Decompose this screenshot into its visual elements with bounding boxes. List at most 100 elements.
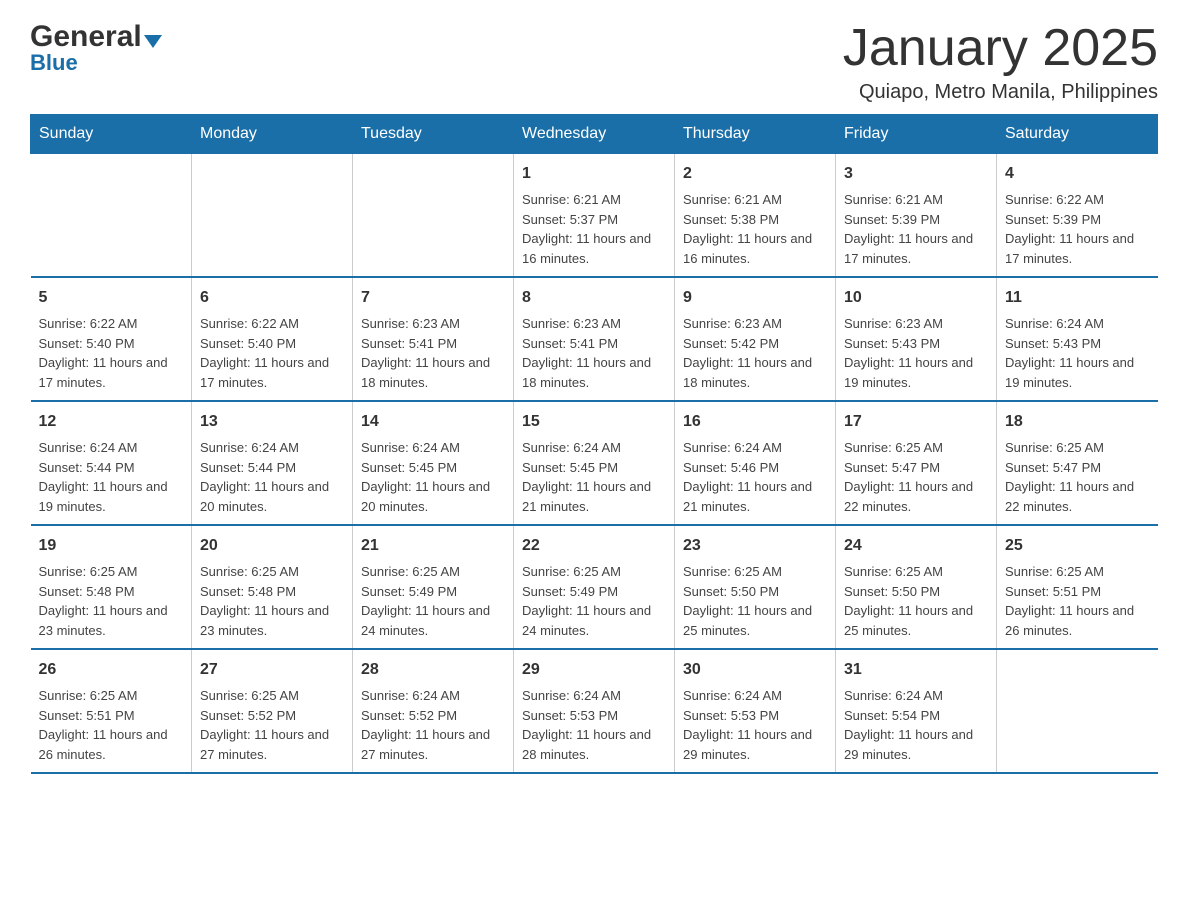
day-info: Sunrise: 6:23 AM Sunset: 5:41 PM Dayligh…	[522, 314, 666, 392]
day-info: Sunrise: 6:25 AM Sunset: 5:47 PM Dayligh…	[1005, 438, 1150, 516]
calendar-cell: 24Sunrise: 6:25 AM Sunset: 5:50 PM Dayli…	[836, 525, 997, 649]
day-number: 15	[522, 410, 666, 434]
days-of-week-row: Sunday Monday Tuesday Wednesday Thursday…	[31, 115, 1158, 154]
calendar-cell: 1 Sunrise: 6:21 AM Sunset: 5:37 PM Daylig…	[514, 154, 675, 278]
day-info: Sunrise: 6:24 AM Sunset: 5:46 PM Dayligh…	[683, 438, 827, 516]
calendar-cell: 17 Sunrise: 6:25 AM Sunset: 5:47 PM Dayli…	[836, 401, 997, 525]
day-info: Sunrise: 6:24 AM Sunset: 5:44 PM Dayligh…	[39, 438, 184, 516]
calendar-week-row: 5 Sunrise: 6:22 AM Sunset: 5:40 PM Daylig…	[31, 277, 1158, 401]
calendar-table: Sunday Monday Tuesday Wednesday Thursday…	[30, 114, 1158, 774]
day-info: Sunrise: 6:21 AM Sunset: 5:37 PM Dayligh…	[522, 190, 666, 268]
day-number: 1	[522, 162, 666, 186]
day-info: Sunrise: 6:25 AM Sunset: 5:48 PM Dayligh…	[200, 562, 344, 640]
day-number: 31	[844, 658, 988, 682]
day-info: Sunrise: 6:24 AM Sunset: 5:52 PM Dayligh…	[361, 686, 505, 764]
day-info: Sunrise: 6:25 AM Sunset: 5:51 PM Dayligh…	[1005, 562, 1150, 640]
calendar-cell: 7 Sunrise: 6:23 AM Sunset: 5:41 PM Daylig…	[353, 277, 514, 401]
day-number: 18	[1005, 410, 1150, 434]
col-wednesday: Wednesday	[514, 115, 675, 154]
day-info: Sunrise: 6:22 AM Sunset: 5:40 PM Dayligh…	[200, 314, 344, 392]
calendar-cell: 15 Sunrise: 6:24 AM Sunset: 5:45 PM Dayli…	[514, 401, 675, 525]
logo-wrapper: General	[30, 20, 163, 54]
day-info: Sunrise: 6:22 AM Sunset: 5:39 PM Dayligh…	[1005, 190, 1150, 268]
day-info: Sunrise: 6:23 AM Sunset: 5:42 PM Dayligh…	[683, 314, 827, 392]
day-number: 17	[844, 410, 988, 434]
day-info: Sunrise: 6:24 AM Sunset: 5:43 PM Dayligh…	[1005, 314, 1150, 392]
day-number: 23	[683, 534, 827, 558]
day-info: Sunrise: 6:24 AM Sunset: 5:45 PM Dayligh…	[361, 438, 505, 516]
calendar-cell: 27Sunrise: 6:25 AM Sunset: 5:52 PM Dayli…	[192, 649, 353, 773]
day-number: 22	[522, 534, 666, 558]
day-number: 28	[361, 658, 505, 682]
day-number: 10	[844, 286, 988, 310]
day-info: Sunrise: 6:21 AM Sunset: 5:38 PM Dayligh…	[683, 190, 827, 268]
day-number: 4	[1005, 162, 1150, 186]
calendar-cell: 9 Sunrise: 6:23 AM Sunset: 5:42 PM Daylig…	[675, 277, 836, 401]
day-info: Sunrise: 6:24 AM Sunset: 5:54 PM Dayligh…	[844, 686, 988, 764]
title-section: January 2025 Quiapo, Metro Manila, Phili…	[843, 20, 1158, 104]
day-info: Sunrise: 6:24 AM Sunset: 5:45 PM Dayligh…	[522, 438, 666, 516]
day-info: Sunrise: 6:22 AM Sunset: 5:40 PM Dayligh…	[39, 314, 184, 392]
calendar-cell: 13 Sunrise: 6:24 AM Sunset: 5:44 PM Dayli…	[192, 401, 353, 525]
day-number: 8	[522, 286, 666, 310]
day-info: Sunrise: 6:25 AM Sunset: 5:49 PM Dayligh…	[361, 562, 505, 640]
calendar-cell: 29Sunrise: 6:24 AM Sunset: 5:53 PM Dayli…	[514, 649, 675, 773]
calendar-body: 1 Sunrise: 6:21 AM Sunset: 5:37 PM Daylig…	[31, 154, 1158, 774]
calendar-cell: 4 Sunrise: 6:22 AM Sunset: 5:39 PM Daylig…	[997, 154, 1158, 278]
location-text: Quiapo, Metro Manila, Philippines	[843, 81, 1158, 104]
day-number: 3	[844, 162, 988, 186]
calendar-cell: 19 Sunrise: 6:25 AM Sunset: 5:48 PM Dayli…	[31, 525, 192, 649]
calendar-header: Sunday Monday Tuesday Wednesday Thursday…	[31, 115, 1158, 154]
day-number: 30	[683, 658, 827, 682]
day-info: Sunrise: 6:24 AM Sunset: 5:53 PM Dayligh…	[522, 686, 666, 764]
calendar-cell: 30 Sunrise: 6:24 AM Sunset: 5:53 PM Dayli…	[675, 649, 836, 773]
col-friday: Friday	[836, 115, 997, 154]
day-info: Sunrise: 6:25 AM Sunset: 5:48 PM Dayligh…	[39, 562, 184, 640]
day-number: 7	[361, 286, 505, 310]
day-info: Sunrise: 6:25 AM Sunset: 5:50 PM Dayligh…	[844, 562, 988, 640]
calendar-cell: 12 Sunrise: 6:24 AM Sunset: 5:44 PM Dayli…	[31, 401, 192, 525]
calendar-cell: 28 Sunrise: 6:24 AM Sunset: 5:52 PM Dayli…	[353, 649, 514, 773]
day-info: Sunrise: 6:23 AM Sunset: 5:43 PM Dayligh…	[844, 314, 988, 392]
day-number: 25	[1005, 534, 1150, 558]
day-info: Sunrise: 6:25 AM Sunset: 5:49 PM Dayligh…	[522, 562, 666, 640]
day-number: 21	[361, 534, 505, 558]
calendar-cell: 23 Sunrise: 6:25 AM Sunset: 5:50 PM Dayli…	[675, 525, 836, 649]
calendar-cell	[997, 649, 1158, 773]
day-number: 19	[39, 534, 184, 558]
logo: General Blue	[30, 20, 163, 76]
day-number: 16	[683, 410, 827, 434]
calendar-cell	[31, 154, 192, 278]
calendar-cell	[353, 154, 514, 278]
day-info: Sunrise: 6:24 AM Sunset: 5:44 PM Dayligh…	[200, 438, 344, 516]
day-number: 5	[39, 286, 184, 310]
calendar-cell: 8 Sunrise: 6:23 AM Sunset: 5:41 PM Daylig…	[514, 277, 675, 401]
day-info: Sunrise: 6:25 AM Sunset: 5:47 PM Dayligh…	[844, 438, 988, 516]
calendar-cell	[192, 154, 353, 278]
day-number: 6	[200, 286, 344, 310]
day-number: 26	[39, 658, 184, 682]
day-number: 9	[683, 286, 827, 310]
logo-blue-text: Blue	[30, 50, 78, 76]
col-tuesday: Tuesday	[353, 115, 514, 154]
calendar-cell: 18 Sunrise: 6:25 AM Sunset: 5:47 PM Dayli…	[997, 401, 1158, 525]
calendar-week-row: 12 Sunrise: 6:24 AM Sunset: 5:44 PM Dayli…	[31, 401, 1158, 525]
calendar-cell: 22 Sunrise: 6:25 AM Sunset: 5:49 PM Dayli…	[514, 525, 675, 649]
day-info: Sunrise: 6:24 AM Sunset: 5:53 PM Dayligh…	[683, 686, 827, 764]
day-number: 13	[200, 410, 344, 434]
day-info: Sunrise: 6:25 AM Sunset: 5:50 PM Dayligh…	[683, 562, 827, 640]
day-number: 12	[39, 410, 184, 434]
day-number: 2	[683, 162, 827, 186]
day-info: Sunrise: 6:23 AM Sunset: 5:41 PM Dayligh…	[361, 314, 505, 392]
calendar-cell: 26Sunrise: 6:25 AM Sunset: 5:51 PM Dayli…	[31, 649, 192, 773]
col-sunday: Sunday	[31, 115, 192, 154]
calendar-cell: 16 Sunrise: 6:24 AM Sunset: 5:46 PM Dayli…	[675, 401, 836, 525]
calendar-cell: 25 Sunrise: 6:25 AM Sunset: 5:51 PM Dayli…	[997, 525, 1158, 649]
day-info: Sunrise: 6:21 AM Sunset: 5:39 PM Dayligh…	[844, 190, 988, 268]
day-number: 20	[200, 534, 344, 558]
calendar-cell: 31 Sunrise: 6:24 AM Sunset: 5:54 PM Dayli…	[836, 649, 997, 773]
col-thursday: Thursday	[675, 115, 836, 154]
logo-arrow-icon	[144, 35, 162, 48]
month-title: January 2025	[843, 20, 1158, 77]
day-number: 14	[361, 410, 505, 434]
